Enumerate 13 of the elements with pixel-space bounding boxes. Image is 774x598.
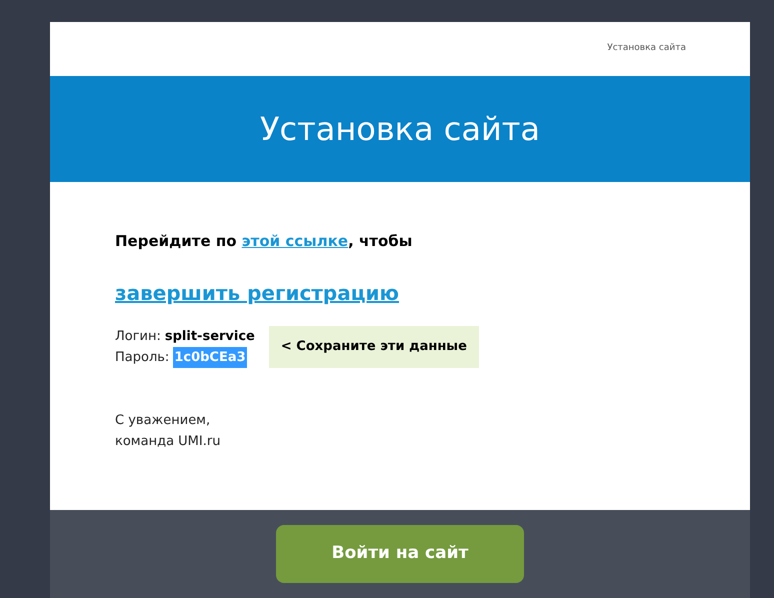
credential-label: Пароль: [115,348,170,366]
signature-line: С уважением, [115,412,212,430]
banner-title: Установка сайта [260,113,540,145]
signature-line: команда UMI.ru [115,432,222,450]
credential-label: Логин: [115,328,161,346]
intro-sentence: Перейдите по этой ссылке, чтобы [115,231,414,252]
complete-registration-link[interactable]: завершить регистрацию [115,278,399,308]
credential-value: split-service [164,328,255,346]
header-link[interactable]: Установка сайта [607,42,686,56]
save-note: < Сохраните эти данные [268,326,479,368]
login-button[interactable]: Войти на сайт [276,525,524,583]
credential-value: 1c0bCEa3 [173,346,247,368]
inline-link[interactable]: этой ссылке [242,232,348,250]
